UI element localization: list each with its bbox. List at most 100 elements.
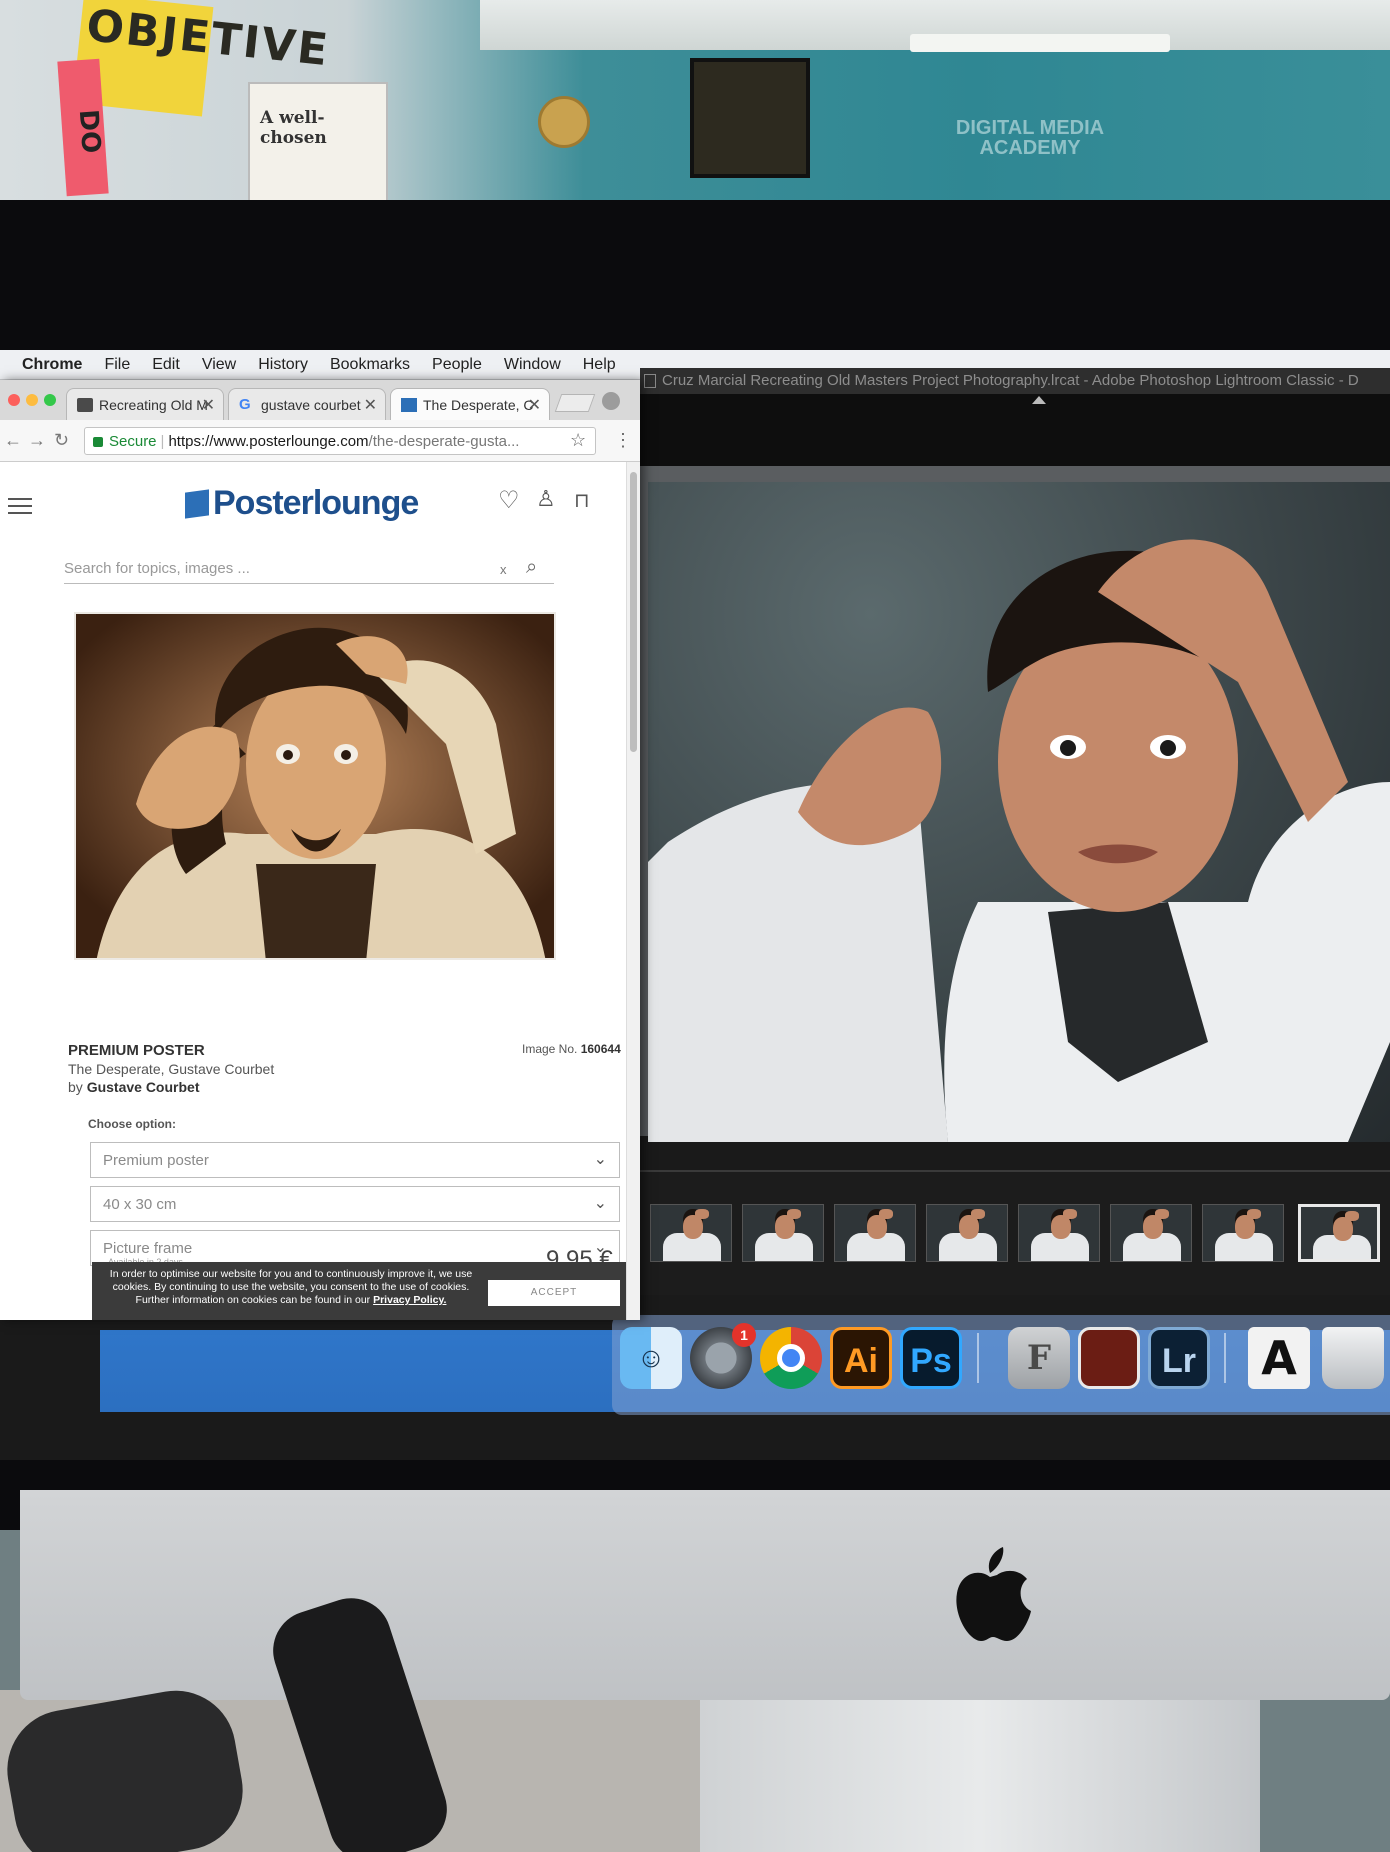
tab-recreating-old[interactable]: Recreating Old M ✕ (66, 388, 224, 420)
student-portrait (648, 539, 1390, 1142)
format-select-value: Premium poster (103, 1152, 209, 1169)
product-image[interactable] (74, 612, 556, 960)
reload-icon[interactable]: ↻ (54, 430, 69, 451)
lightroom-title: Cruz Marcial Recreating Old Masters Proj… (662, 372, 1359, 389)
shopping-bag-icon[interactable]: ⊓ (574, 488, 590, 513)
tab-the-desperate[interactable]: The Desperate, C ✕ (390, 388, 550, 420)
loupe-photo[interactable] (648, 482, 1390, 1142)
dock-separator (977, 1333, 979, 1383)
trash-icon[interactable] (1322, 1327, 1384, 1389)
profile-icon[interactable] (602, 392, 620, 410)
heart-icon[interactable]: ♡ (498, 486, 520, 515)
system-preferences-icon[interactable]: 1 (690, 1323, 756, 1389)
search-icon[interactable]: ⌕ (526, 556, 537, 579)
tab-label: gustave courbet (261, 397, 361, 413)
menu-file[interactable]: File (104, 356, 130, 374)
url-host: https://www.posterlounge.com (168, 433, 369, 450)
lightroom-loupe-view (632, 466, 1390, 1142)
url-path: /the-desperate-gusta... (368, 433, 520, 450)
clear-search-icon[interactable]: x (500, 562, 507, 577)
forward-arrow-icon[interactable]: → (28, 430, 46, 451)
accept-cookies-button[interactable]: ACCEPT (488, 1280, 620, 1306)
filmstrip-thumbnail[interactable] (650, 1204, 732, 1262)
menu-bookmarks[interactable]: Bookmarks (330, 356, 410, 374)
lightroom-title-bar[interactable]: Cruz Marcial Recreating Old Masters Proj… (640, 368, 1390, 394)
menu-help[interactable]: Help (583, 356, 616, 374)
search-placeholder: Search for topics, images ... (64, 560, 250, 577)
page-scrollbar[interactable] (626, 462, 640, 1320)
address-bar[interactable]: Secure | https://www.posterlounge.com/the-… (84, 427, 596, 455)
lock-icon (93, 437, 103, 447)
photo-booth-icon[interactable] (1078, 1327, 1140, 1389)
frame-select-value: Picture frame (103, 1240, 193, 1257)
product-info: PREMIUM POSTER The Desperate, Gustave Co… (68, 1042, 626, 1095)
zoom-window-button[interactable] (44, 394, 56, 406)
illustrator-icon[interactable]: Ai (830, 1327, 892, 1389)
browser-toolbar: ← → ↻ Secure | https://www.posterlounge.co… (0, 420, 640, 462)
apple-logo-icon (956, 1547, 1031, 1641)
dock-separator (1224, 1333, 1226, 1383)
posterlounge-logo[interactable]: Posterlounge (185, 484, 419, 523)
filmstrip-thumbnail[interactable] (926, 1204, 1008, 1262)
tab-label: Recreating Old M (99, 397, 208, 413)
image-number: Image No. 160644 (522, 1042, 621, 1056)
close-tab-icon[interactable]: ✕ (528, 395, 541, 415)
product-artist[interactable]: by Gustave Courbet (68, 1079, 626, 1095)
filmstrip-thumbnail[interactable] (1018, 1204, 1100, 1262)
tab-gustave-courbet[interactable]: G gustave courbet ✕ (228, 388, 386, 420)
close-tab-icon[interactable]: ✕ (364, 395, 377, 415)
new-tab-button[interactable] (554, 394, 596, 412)
chevron-down-icon: ⌄ (593, 1195, 607, 1212)
filmstrip-thumbnail[interactable] (1110, 1204, 1192, 1262)
close-window-button[interactable] (8, 394, 20, 406)
hamburger-menu-icon[interactable] (8, 498, 32, 514)
privacy-policy-link[interactable]: Privacy Policy. (373, 1294, 446, 1306)
posterlounge-page: Posterlounge ♡ ♙ ⊓ Search for topics, im… (0, 462, 626, 1320)
finder-icon[interactable]: ☺ (620, 1327, 682, 1389)
size-select-value: 40 x 30 cm (103, 1196, 177, 1213)
filmstrip-thumbnail-selected[interactable] (1298, 1204, 1380, 1262)
ceiling-light (910, 34, 1170, 52)
font-app-icon[interactable]: F (1008, 1327, 1070, 1389)
notification-badge: 1 (732, 1323, 756, 1347)
wall-lettering: DIGITAL MEDIA ACADEMY (955, 117, 1105, 159)
choose-option-label: Choose option: (88, 1117, 176, 1131)
document-icon (644, 374, 656, 388)
close-tab-icon[interactable]: ✕ (202, 395, 215, 415)
format-select[interactable]: Premium poster ⌄ (90, 1142, 620, 1178)
menu-window[interactable]: Window (504, 356, 561, 374)
photoshop-icon[interactable]: Ps (900, 1327, 962, 1389)
dock: ☺ 1 Ai Ps F Lr A (612, 1315, 1390, 1415)
google-icon: G (239, 396, 251, 413)
size-select[interactable]: 40 x 30 cm ⌄ (90, 1186, 620, 1222)
menu-people[interactable]: People (432, 356, 482, 374)
minimize-window-button[interactable] (26, 394, 38, 406)
posterlounge-icon (401, 398, 417, 412)
chevron-down-icon: ⌄ (593, 1151, 607, 1168)
menu-edit[interactable]: Edit (152, 356, 180, 374)
font-book-icon[interactable]: A (1248, 1327, 1310, 1389)
monitor-chin (20, 1490, 1390, 1700)
bookmark-star-icon[interactable]: ☆ (570, 430, 586, 451)
lightroom-filmstrip (632, 1170, 1390, 1295)
wall-clock (538, 96, 590, 148)
classroom-wall: OBJETIVE DO A well-chosen DIGITAL MEDIA … (0, 0, 1390, 220)
tab-strip: Recreating Old M ✕ G gustave courbet ✕ T… (0, 380, 640, 420)
scrollbar-thumb[interactable] (630, 472, 637, 752)
document-icon (77, 398, 93, 412)
product-title: The Desperate, Gustave Courbet (68, 1061, 275, 1077)
back-arrow-icon[interactable]: ← (4, 430, 22, 451)
menu-view[interactable]: View (202, 356, 236, 374)
lightroom-icon[interactable]: Lr (1148, 1327, 1210, 1389)
filmstrip-thumbnail[interactable] (742, 1204, 824, 1262)
panel-toggle-arrow-icon[interactable] (1032, 396, 1046, 404)
filmstrip-thumbnail[interactable] (834, 1204, 916, 1262)
menu-kebab-icon[interactable]: ⋮ (614, 430, 632, 451)
search-input[interactable]: Search for topics, images ... x ⌕ (64, 554, 554, 584)
menu-app-name[interactable]: Chrome (22, 356, 82, 374)
paper-sign: A well-chosen (248, 82, 388, 217)
user-icon[interactable]: ♙ (536, 486, 556, 512)
menu-history[interactable]: History (258, 356, 308, 374)
chrome-icon[interactable] (760, 1327, 822, 1389)
filmstrip-thumbnail[interactable] (1202, 1204, 1284, 1262)
